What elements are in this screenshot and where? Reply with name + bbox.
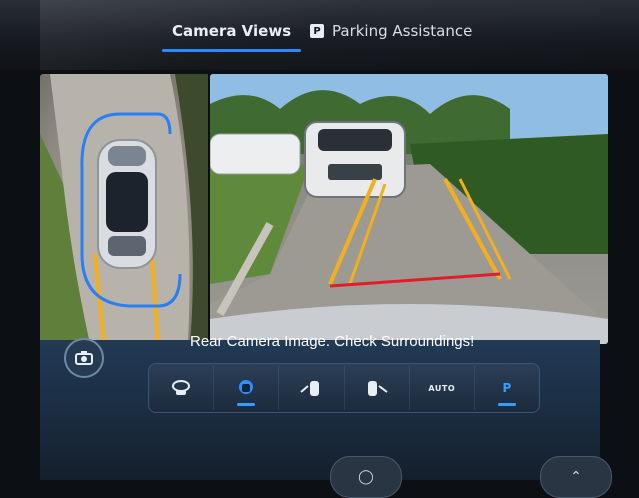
park-assist-button[interactable]: P	[475, 366, 539, 410]
bottom-control-left[interactable]: ◯	[330, 456, 402, 498]
camera-toolbar: AUTO P	[148, 363, 540, 413]
view-tabs: Camera Views P Parking Assistance	[0, 0, 639, 70]
rear-camera-scene	[210, 74, 608, 344]
tab-camera-views-label: Camera Views	[172, 22, 292, 40]
top-view-camera-icon	[239, 380, 254, 394]
circle-icon: ◯	[358, 469, 374, 485]
camera-message: Rear Camera Image. Check Surroundings!	[190, 333, 475, 350]
suv-icon	[304, 121, 406, 198]
tab-parking-assistance[interactable]: P Parking Assistance	[310, 22, 472, 40]
camera-icon	[75, 351, 93, 365]
rear-camera-view[interactable]	[210, 74, 608, 344]
auto-button[interactable]: AUTO	[410, 366, 475, 410]
car-right-button[interactable]	[345, 366, 410, 410]
parking-p-icon: P	[310, 24, 324, 38]
park-assist-icon: P	[502, 381, 512, 395]
rear-camera-button[interactable]	[149, 366, 215, 410]
top-view-camera-button[interactable]	[214, 366, 280, 410]
camera-toggle-button[interactable]	[64, 338, 104, 378]
rear-camera-icon	[172, 380, 191, 395]
car-left-button[interactable]	[279, 366, 345, 410]
car-left-icon	[300, 381, 320, 396]
top-down-scene	[40, 74, 210, 344]
chevron-up-icon: ⌃	[570, 469, 582, 485]
tab-parking-assistance-label: Parking Assistance	[332, 22, 473, 40]
bottom-control-right[interactable]: ⌃	[540, 456, 612, 498]
active-tab-indicator	[162, 49, 302, 52]
ego-car-icon	[97, 139, 157, 269]
auto-icon: AUTO	[428, 383, 456, 393]
car-right-icon	[367, 381, 388, 396]
tab-camera-views[interactable]: Camera Views	[162, 22, 302, 52]
top-down-camera-view[interactable]	[40, 74, 210, 344]
